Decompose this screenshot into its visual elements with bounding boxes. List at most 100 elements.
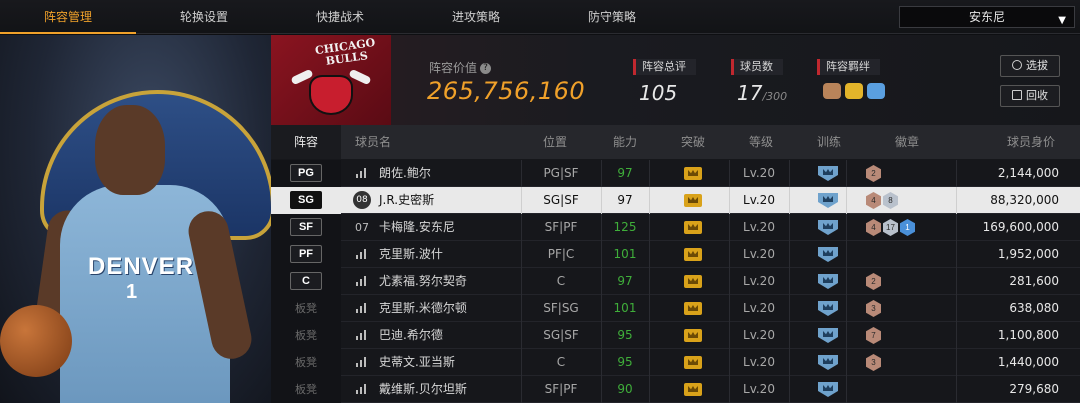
tab-rotation-settings[interactable]: 轮换设置 — [136, 0, 272, 34]
synergy-handshake-icon-1[interactable] — [823, 83, 841, 99]
player-ability: 97 — [617, 193, 633, 207]
col-lineup[interactable]: 阵容 — [271, 125, 341, 159]
player-position: C — [556, 274, 566, 288]
column-divider — [789, 187, 790, 214]
player-level: Lv.20 — [743, 382, 775, 396]
bench-label: 板凳 — [295, 329, 317, 342]
breakthrough-crown-icon[interactable] — [684, 383, 702, 396]
breakthrough-crown-icon[interactable] — [684, 194, 702, 207]
column-divider — [649, 160, 650, 187]
table-row[interactable]: 板凳 克里斯.米德尔顿 SF|SG 101 Lv.20 3 638,080 — [271, 295, 1080, 322]
badge-icon[interactable]: 8 — [883, 192, 898, 209]
badge-icon[interactable]: 4 — [866, 192, 881, 209]
breakthrough-crown-icon[interactable] — [684, 275, 702, 288]
badge-icon[interactable]: 1 — [900, 219, 915, 236]
player-ability: 97 — [617, 166, 633, 180]
player-head — [95, 105, 165, 195]
signal-bars-icon — [353, 355, 369, 369]
synergy-handshake-icon-3[interactable] — [867, 83, 885, 99]
col-badges[interactable]: 徽章 — [895, 125, 919, 159]
badge-icon[interactable]: 4 — [866, 219, 881, 236]
column-divider — [846, 295, 847, 322]
table-row[interactable]: C 尤素福.努尔契奇 C 97 Lv.20 2 281,600 — [271, 268, 1080, 295]
player-level: Lv.20 — [743, 355, 775, 369]
column-divider — [956, 322, 957, 349]
signal-bars-icon — [353, 166, 369, 180]
badge-icon[interactable]: 3 — [866, 354, 881, 371]
select-button-label: 选拔 — [1026, 59, 1048, 72]
badge-icon[interactable]: 17 — [883, 219, 898, 236]
team-select-dropdown[interactable]: 安东尼 ▼ — [899, 6, 1075, 28]
training-shield-icon[interactable] — [818, 328, 838, 343]
player-name: 尤素福.努尔契奇 — [379, 274, 467, 288]
table-row[interactable]: SF 07 卡梅隆.安东尼 SF|PF 125 Lv.20 4 17 1 169,600,000 — [271, 214, 1080, 241]
player-ability: 97 — [617, 274, 633, 288]
breakthrough-crown-icon[interactable] — [684, 356, 702, 369]
player-salary: 1,952,000 — [997, 247, 1059, 261]
player-position: PF|C — [547, 247, 575, 261]
column-divider — [846, 349, 847, 376]
player-ability: 101 — [613, 301, 637, 315]
table-row[interactable]: PF 克里斯.波什 PF|C 101 Lv.20 1,952,000 — [271, 241, 1080, 268]
roster-table: 阵容 球员名 位置 能力 突破 等级 训练 徽章 球员身价 PG 朗佐.鲍尔 PG|… — [271, 125, 1080, 403]
breakthrough-crown-icon[interactable] — [684, 329, 702, 342]
help-icon[interactable]: ? — [480, 63, 492, 74]
top-nav: 阵容管理 轮换设置 快捷战术 进攻策略 防守策略 安东尼 ▼ — [0, 0, 1080, 34]
training-shield-icon[interactable] — [818, 220, 838, 235]
tab-defense-strategy[interactable]: 防守策略 — [544, 0, 680, 34]
breakthrough-crown-icon[interactable] — [684, 167, 702, 180]
training-shield-icon[interactable] — [818, 274, 838, 289]
column-divider — [789, 268, 790, 295]
badge-icon[interactable]: 2 — [866, 273, 881, 290]
player-salary: 2,144,000 — [997, 166, 1059, 180]
position-badge: C — [290, 272, 322, 290]
jersey-text: DENVER — [88, 253, 195, 280]
recycle-button-label: 回收 — [1026, 89, 1048, 102]
col-ability[interactable]: 能力 — [613, 125, 637, 159]
player-ability: 125 — [613, 220, 637, 234]
table-row[interactable]: SG 08 J.R.史密斯 SG|SF 97 Lv.20 4 8 88,320,000 — [271, 187, 1080, 214]
training-shield-icon[interactable] — [818, 247, 838, 262]
table-row[interactable]: 板凳 史蒂文.亚当斯 C 95 Lv.20 3 1,440,000 — [271, 349, 1080, 376]
tab-lineup-management[interactable]: 阵容管理 — [0, 0, 136, 34]
badge-icon[interactable]: 2 — [866, 165, 881, 182]
training-shield-icon[interactable] — [818, 301, 838, 316]
column-divider — [846, 241, 847, 268]
jersey-number: 1 — [126, 281, 138, 303]
lineup-slot-cell: PF — [271, 241, 341, 268]
player-level: Lv.20 — [743, 247, 775, 261]
synergy-handshake-icon-2[interactable] — [845, 83, 863, 99]
training-shield-icon[interactable] — [818, 382, 838, 397]
col-salary[interactable]: 球员身价 — [1007, 125, 1055, 159]
breakthrough-crown-icon[interactable] — [684, 302, 702, 315]
training-shield-icon[interactable] — [818, 193, 838, 208]
player-position: SF|PF — [544, 220, 578, 234]
table-row[interactable]: PG 朗佐.鲍尔 PG|SF 97 Lv.20 2 2,144,000 — [271, 160, 1080, 187]
player-salary: 169,600,000 — [982, 220, 1059, 234]
player-salary: 279,680 — [1009, 382, 1059, 396]
column-divider — [649, 214, 650, 241]
table-row[interactable]: 板凳 戴维斯.贝尔坦斯 SF|PF 90 Lv.20 279,680 — [271, 376, 1080, 403]
table-row[interactable]: 板凳 巴迪.希尔德 SG|SF 95 Lv.20 7 1,100,800 — [271, 322, 1080, 349]
tab-offense-strategy[interactable]: 进攻策略 — [408, 0, 544, 34]
select-button[interactable]: 选拔 — [1000, 55, 1060, 77]
badge-icon[interactable]: 7 — [866, 327, 881, 344]
recycle-button[interactable]: 回收 — [1000, 85, 1060, 107]
breakthrough-crown-icon[interactable] — [684, 221, 702, 234]
lineup-value-label: 阵容价值? — [429, 59, 492, 76]
training-shield-icon[interactable] — [818, 166, 838, 181]
col-position[interactable]: 位置 — [543, 125, 567, 159]
player-name: 巴迪.希尔德 — [379, 328, 443, 342]
badge-icon[interactable]: 3 — [866, 300, 881, 317]
tab-quick-tactics[interactable]: 快捷战术 — [272, 0, 408, 34]
training-shield-icon[interactable] — [818, 355, 838, 370]
col-breakthrough[interactable]: 突破 — [681, 125, 705, 159]
bench-label: 板凳 — [295, 383, 317, 396]
table-header: 阵容 球员名 位置 能力 突破 等级 训练 徽章 球员身价 — [271, 125, 1080, 159]
col-player[interactable]: 球员名 — [355, 125, 391, 159]
player-salary: 1,100,800 — [997, 328, 1059, 342]
breakthrough-crown-icon[interactable] — [684, 248, 702, 261]
col-training[interactable]: 训练 — [817, 125, 841, 159]
col-level[interactable]: 等级 — [749, 125, 773, 159]
column-divider — [789, 376, 790, 403]
